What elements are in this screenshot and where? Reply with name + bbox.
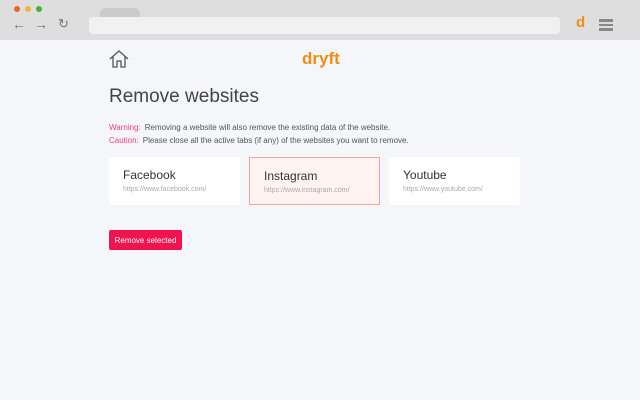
caution-label: Caution: bbox=[109, 136, 139, 145]
remove-selected-button[interactable]: Remove selected bbox=[109, 230, 182, 250]
page-title: Remove websites bbox=[109, 86, 259, 107]
back-icon[interactable]: ← bbox=[12, 16, 26, 32]
website-url: https://www.facebook.com/ bbox=[123, 186, 207, 193]
maximize-window-dot[interactable] bbox=[36, 6, 42, 12]
notes: Warning: Removing a website will also rem… bbox=[109, 121, 409, 147]
forward-icon[interactable]: → bbox=[34, 16, 48, 32]
home-icon[interactable] bbox=[109, 50, 129, 73]
warning-label: Warning: bbox=[109, 123, 141, 132]
warning-text: Removing a website will also remove the … bbox=[144, 123, 391, 132]
website-card-facebook[interactable]: Facebook https://www.facebook.com/ bbox=[109, 157, 240, 205]
close-window-dot[interactable] bbox=[14, 6, 20, 12]
website-card-instagram[interactable]: Instagram https://www.instagram.com/ bbox=[249, 157, 380, 205]
menu-icon[interactable] bbox=[599, 19, 613, 33]
website-url: https://www.instagram.com/ bbox=[264, 187, 350, 194]
website-name: Facebook bbox=[123, 168, 176, 182]
website-card-youtube[interactable]: Youtube https://www.youtube.com/ bbox=[389, 157, 520, 205]
caution-text: Please close all the active tabs (if any… bbox=[142, 136, 409, 145]
website-list: Facebook https://www.facebook.com/ Insta… bbox=[109, 157, 520, 205]
address-bar[interactable] bbox=[89, 17, 560, 34]
browser-toolbar: ← → ↻ d bbox=[0, 0, 640, 40]
logo: dryft bbox=[302, 49, 340, 68]
dryft-extension-icon[interactable]: d bbox=[576, 14, 585, 31]
website-url: https://www.youtube.com/ bbox=[403, 186, 483, 193]
minimize-window-dot[interactable] bbox=[25, 6, 31, 12]
website-name: Instagram bbox=[264, 169, 318, 183]
reload-icon[interactable]: ↻ bbox=[58, 16, 69, 32]
website-name: Youtube bbox=[403, 168, 447, 182]
